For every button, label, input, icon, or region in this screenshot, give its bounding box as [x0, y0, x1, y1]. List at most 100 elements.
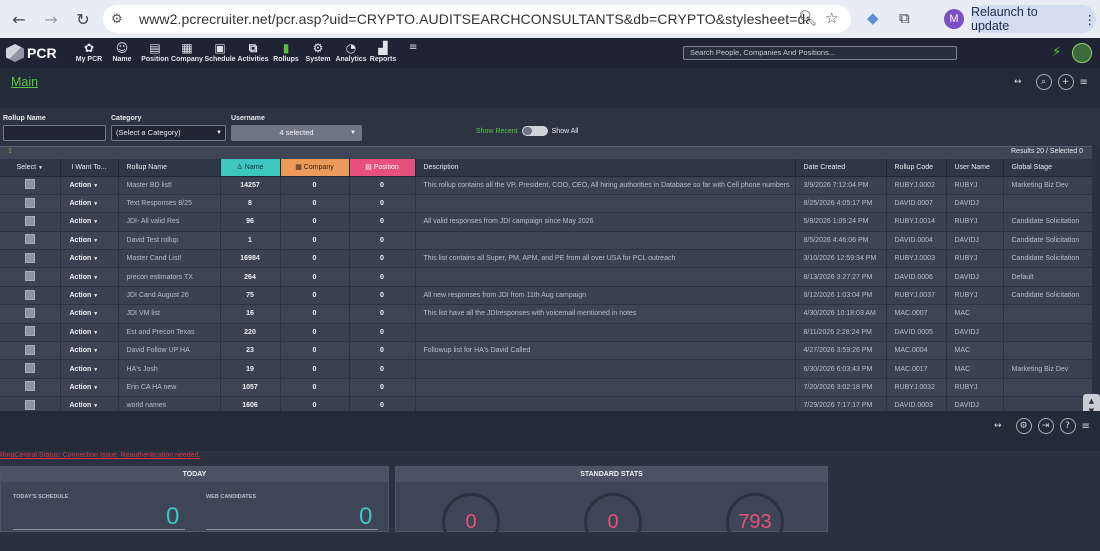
position-count-cell[interactable]: 0	[349, 378, 416, 398]
todays-schedule-value[interactable]: 0	[166, 503, 179, 531]
col-select[interactable]: Select ▼	[0, 159, 61, 177]
table-row[interactable]: Action ▼ David Test rollup 1 0 0 8/5/2026 4:4…	[0, 231, 1092, 251]
table-row[interactable]: Action ▼ precon estimators TX 264 0 0 8/13/20…	[0, 267, 1092, 287]
name-count-cell[interactable]: 1606	[220, 396, 281, 411]
company-count-cell[interactable]: 0	[280, 176, 350, 195]
table-row[interactable]: Action ▼ JDI- All valid Res 96 0 0 All valid …	[0, 212, 1092, 232]
action-menu[interactable]: Action ▼	[60, 341, 119, 361]
row-checkbox[interactable]	[24, 326, 35, 337]
rollup-name-cell[interactable]: JDI VM list	[118, 304, 221, 324]
name-count-cell[interactable]: 19	[220, 359, 281, 379]
add-icon[interactable]: +	[1057, 74, 1074, 90]
logout-icon[interactable]: ⇥	[1037, 418, 1054, 434]
company-count-cell[interactable]: 0	[280, 212, 350, 232]
action-menu[interactable]: Action ▼	[60, 212, 119, 232]
username-select[interactable]: 4 selected ▼	[231, 125, 362, 141]
table-row[interactable]: Action ▼ world names 1606 0 0 7/29/2026 7:17:…	[0, 396, 1092, 411]
col-rollup-code[interactable]: Rollup Code	[886, 159, 947, 177]
name-count-cell[interactable]: 75	[220, 286, 281, 306]
nav-item-analytics[interactable]: ◔ Analytics	[335, 41, 366, 63]
company-count-cell[interactable]: 0	[280, 396, 350, 411]
name-count-cell[interactable]: 16	[220, 304, 281, 324]
col-description[interactable]: Description	[415, 159, 796, 177]
company-count-cell[interactable]: 0	[280, 267, 350, 287]
table-row[interactable]: Action ▼ Est and Precon Texas 220 0 0 8/11/20…	[0, 323, 1092, 343]
name-count-cell[interactable]: 96	[220, 212, 281, 232]
zoom-search-icon[interactable]: 🔍︎	[798, 9, 817, 27]
position-count-cell[interactable]: 0	[349, 304, 416, 324]
table-row[interactable]: Action ▼ JDI VM list 16 0 0 This list have al…	[0, 304, 1092, 324]
position-count-cell[interactable]: 0	[349, 267, 416, 287]
search-icon[interactable]: ⌕	[1035, 74, 1052, 90]
nav-item-reports[interactable]: ▟ Reports	[369, 41, 397, 63]
stat-ring[interactable]: 0	[442, 493, 500, 551]
table-row[interactable]: Action ▼ Master BD list! 14257 0 0 This rollu…	[0, 176, 1092, 195]
address-bar[interactable]: ⚙ www2.pcrecruiter.net/pcr.asp?uid=CRYPT…	[103, 5, 851, 33]
rollup-name-cell[interactable]: JDI- All valid Res	[118, 212, 221, 232]
row-checkbox[interactable]	[24, 399, 35, 410]
toggle-switch[interactable]	[521, 126, 548, 136]
category-select[interactable]: (Select a Category) ▼	[111, 125, 226, 141]
row-checkbox[interactable]	[24, 289, 35, 300]
nav-item-my-pcr[interactable]: ✿ My PCR	[75, 41, 103, 63]
rollup-name-cell[interactable]: Est and Precon Texas	[118, 323, 221, 343]
rollup-name-cell[interactable]: JDI Cand August 26	[118, 286, 221, 306]
action-menu[interactable]: Action ▼	[60, 267, 119, 287]
company-count-cell[interactable]: 0	[280, 249, 350, 269]
ringcentral-status-link[interactable]: RingCentral Status: Connection Issue. Re…	[0, 452, 200, 459]
position-count-cell[interactable]: 0	[349, 341, 416, 361]
row-checkbox[interactable]	[24, 363, 35, 374]
list-menu-icon[interactable]: ≡	[1082, 421, 1090, 432]
position-count-cell[interactable]: 0	[349, 249, 416, 269]
rollup-name-cell[interactable]: Master BD list!	[118, 176, 221, 195]
name-count-cell[interactable]: 14257	[220, 176, 281, 195]
table-row[interactable]: Action ▼ HA's Josh 19 0 0 6/30/2026 6:03:43 P…	[0, 359, 1092, 379]
rollup-name-cell[interactable]: HA's Josh	[118, 359, 221, 379]
name-count-cell[interactable]: 8	[220, 194, 281, 214]
list-menu-icon[interactable]: ≡	[1080, 77, 1088, 88]
extension-cube-icon[interactable]: ◆	[867, 9, 879, 27]
row-checkbox[interactable]	[24, 197, 35, 208]
action-menu[interactable]: Action ▼	[60, 396, 119, 411]
user-avatar[interactable]	[1072, 43, 1092, 63]
company-count-cell[interactable]: 0	[280, 304, 350, 324]
pcr-logo[interactable]: PCR	[6, 44, 57, 62]
company-count-cell[interactable]: 0	[280, 341, 350, 361]
company-count-cell[interactable]: 0	[280, 286, 350, 306]
relaunch-button[interactable]: Relaunch to update ⋮	[971, 5, 1096, 33]
profile-avatar[interactable]: M	[944, 9, 964, 29]
col-global-stage[interactable]: Global Stage	[1003, 159, 1092, 177]
row-checkbox[interactable]	[24, 215, 35, 226]
nav-item-system[interactable]: ⚙ System	[304, 41, 332, 63]
table-row[interactable]: Action ▼ JDI Cand August 26 75 0 0 All new re…	[0, 286, 1092, 306]
company-count-cell[interactable]: 0	[280, 378, 350, 398]
web-candidates-value[interactable]: 0	[359, 503, 372, 531]
nav-item-rollups[interactable]: ▮ Rollups	[272, 41, 300, 63]
page-title[interactable]: Main	[11, 75, 38, 89]
col-name[interactable]: ♙ Name	[220, 159, 281, 177]
expand-icon[interactable]: ↔	[994, 421, 1002, 431]
rollup-name-cell[interactable]: Text Responses 8/25	[118, 194, 221, 214]
col-user-name[interactable]: User Name	[946, 159, 1004, 177]
rollup-name-cell[interactable]: Erin CA HA new	[118, 378, 221, 398]
stat-ring[interactable]: 793	[726, 493, 784, 551]
row-checkbox[interactable]	[24, 179, 35, 190]
table-row[interactable]: Action ▼ Text Responses 8/25 8 0 0 8/25/2026 …	[0, 194, 1092, 214]
action-menu[interactable]: Action ▼	[60, 286, 119, 306]
action-menu[interactable]: Action ▼	[60, 304, 119, 324]
nav-item-name[interactable]: ☺ Name	[108, 41, 136, 63]
name-count-cell[interactable]: 264	[220, 267, 281, 287]
position-count-cell[interactable]: 0	[349, 396, 416, 411]
global-search-input[interactable]: Search People, Companies And Positions..…	[683, 46, 957, 60]
action-menu[interactable]: Action ▼	[60, 231, 119, 251]
nav-item-company[interactable]: ▦ Company	[171, 41, 203, 63]
rollup-name-cell[interactable]: Master Cand List!	[118, 249, 221, 269]
col-position[interactable]: ▤ Position	[349, 159, 416, 177]
rollup-name-cell[interactable]: David Follow UP HA	[118, 341, 221, 361]
nav-item-position[interactable]: ▤ Position	[141, 41, 169, 63]
action-menu[interactable]: Action ▼	[60, 249, 119, 269]
row-checkbox[interactable]	[24, 234, 35, 245]
row-checkbox[interactable]	[24, 381, 35, 392]
lightning-icon[interactable]: ⚡	[1052, 45, 1061, 60]
rollup-name-cell[interactable]: precon estimators TX	[118, 267, 221, 287]
